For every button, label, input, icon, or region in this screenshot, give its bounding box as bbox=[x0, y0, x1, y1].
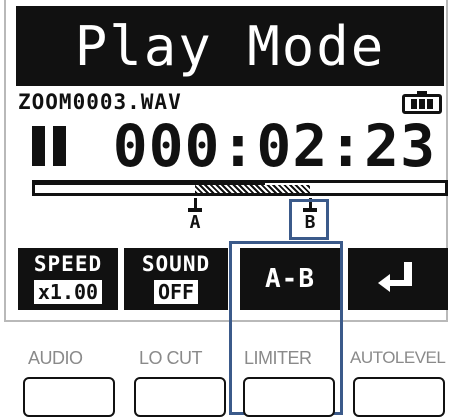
audio-label: AUDIO bbox=[28, 348, 83, 368]
sound-button[interactable]: SOUND OFF bbox=[124, 248, 228, 310]
autolevel-button[interactable] bbox=[353, 377, 445, 417]
sound-value: OFF bbox=[151, 278, 201, 306]
file-name: ZOOM0003.WAV bbox=[18, 90, 182, 114]
speed-label: SPEED bbox=[33, 252, 103, 276]
display-screen: Play Mode ZOOM0003.WAV 000:02:23 A B SPE… bbox=[4, 0, 448, 322]
return-icon bbox=[378, 262, 418, 296]
ab-section bbox=[195, 185, 310, 193]
audio-button[interactable] bbox=[23, 377, 115, 417]
limiter-button[interactable] bbox=[243, 377, 335, 417]
battery-cap bbox=[417, 91, 427, 95]
marker-b-highlight bbox=[289, 199, 329, 240]
pause-icon bbox=[32, 126, 66, 166]
lo-cut-button[interactable] bbox=[134, 377, 226, 417]
page-title: Play Mode bbox=[16, 6, 444, 86]
progress-bar[interactable] bbox=[32, 180, 448, 196]
lo-cut-label: LO CUT bbox=[139, 348, 203, 368]
speed-button[interactable]: SPEED x1.00 bbox=[18, 248, 118, 310]
limiter-label: LIMITER bbox=[244, 348, 312, 368]
marker-a: A bbox=[180, 198, 210, 234]
sound-label: SOUND bbox=[141, 252, 211, 276]
playback-time: 000:02:23 bbox=[112, 112, 436, 180]
return-button[interactable] bbox=[348, 248, 448, 310]
autolevel-label: AUTOLEVEL bbox=[350, 348, 446, 367]
marker-a-label: A bbox=[189, 212, 201, 233]
speed-value: x1.00 bbox=[31, 278, 105, 306]
battery-icon bbox=[402, 91, 442, 114]
